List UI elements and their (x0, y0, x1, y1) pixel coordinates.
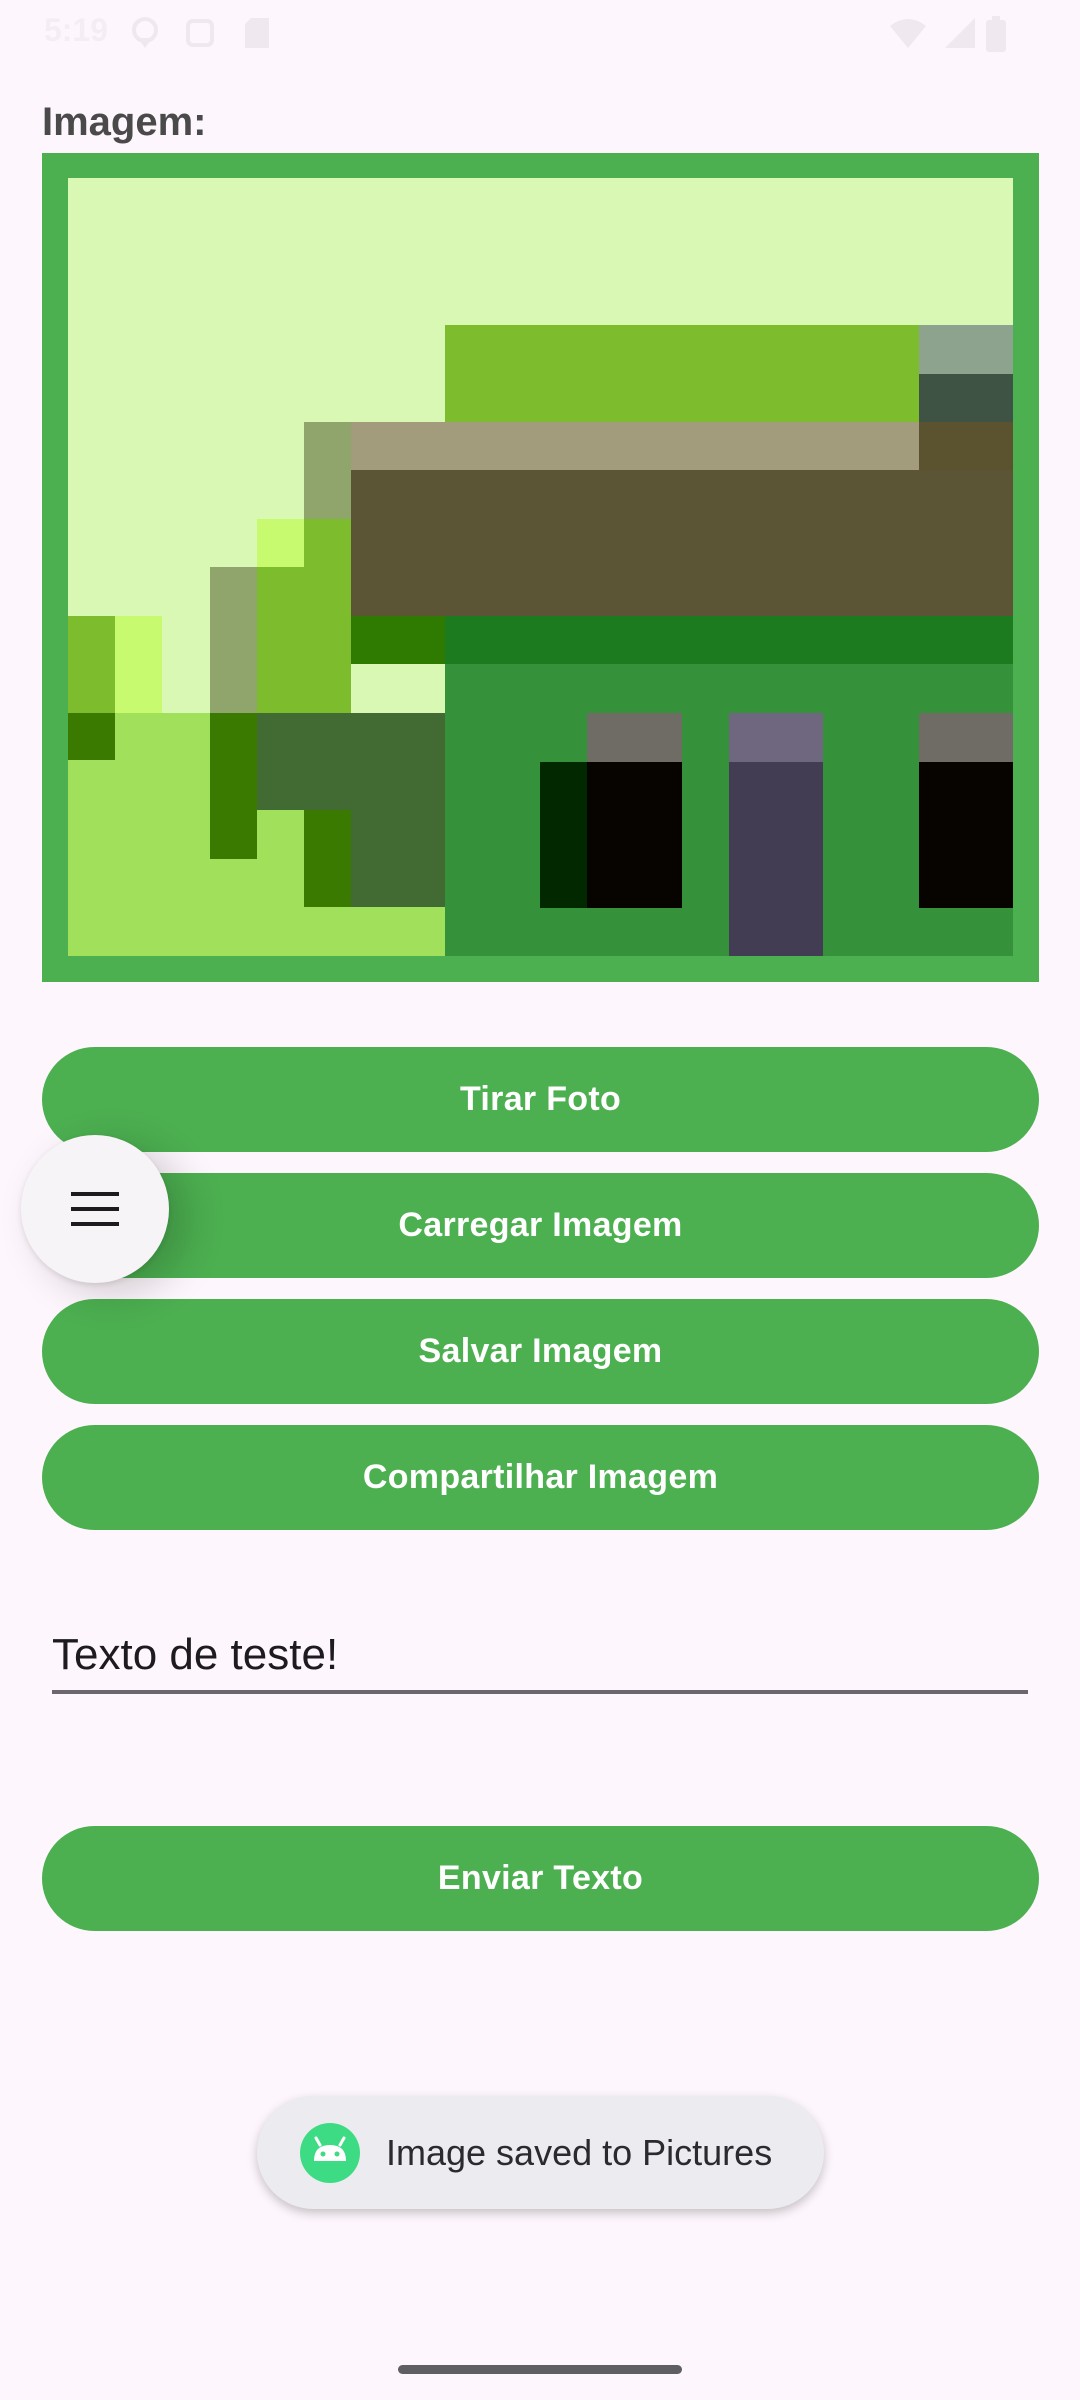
status-time: 5:19 (44, 12, 109, 48)
preview-image (68, 178, 1013, 956)
text-input[interactable] (52, 1620, 1028, 1694)
menu-button[interactable] (21, 1135, 169, 1283)
take-photo-button[interactable]: Tirar Foto (42, 1047, 1039, 1152)
share-image-button[interactable]: Compartilhar Imagem (42, 1425, 1039, 1530)
menu-icon (71, 1192, 119, 1226)
image-label: Imagem: (42, 100, 207, 144)
load-image-button[interactable]: Carregar Imagem (42, 1173, 1039, 1278)
notification-icon (186, 19, 214, 47)
image-preview (42, 153, 1039, 982)
toast-message: Image saved to Pictures (386, 2131, 773, 2173)
wifi-icon (890, 19, 926, 48)
android-icon (300, 2122, 360, 2183)
battery-icon (986, 16, 1006, 52)
signal-icon (945, 18, 975, 48)
status-bar: 5:19 (0, 0, 1080, 66)
send-text-button[interactable]: Enviar Texto (42, 1826, 1039, 1931)
toast: Image saved to Pictures (257, 2096, 824, 2209)
location-icon (132, 17, 158, 48)
sd-card-icon (245, 18, 269, 48)
gesture-bar[interactable] (398, 2365, 682, 2374)
save-image-button[interactable]: Salvar Imagem (42, 1299, 1039, 1404)
